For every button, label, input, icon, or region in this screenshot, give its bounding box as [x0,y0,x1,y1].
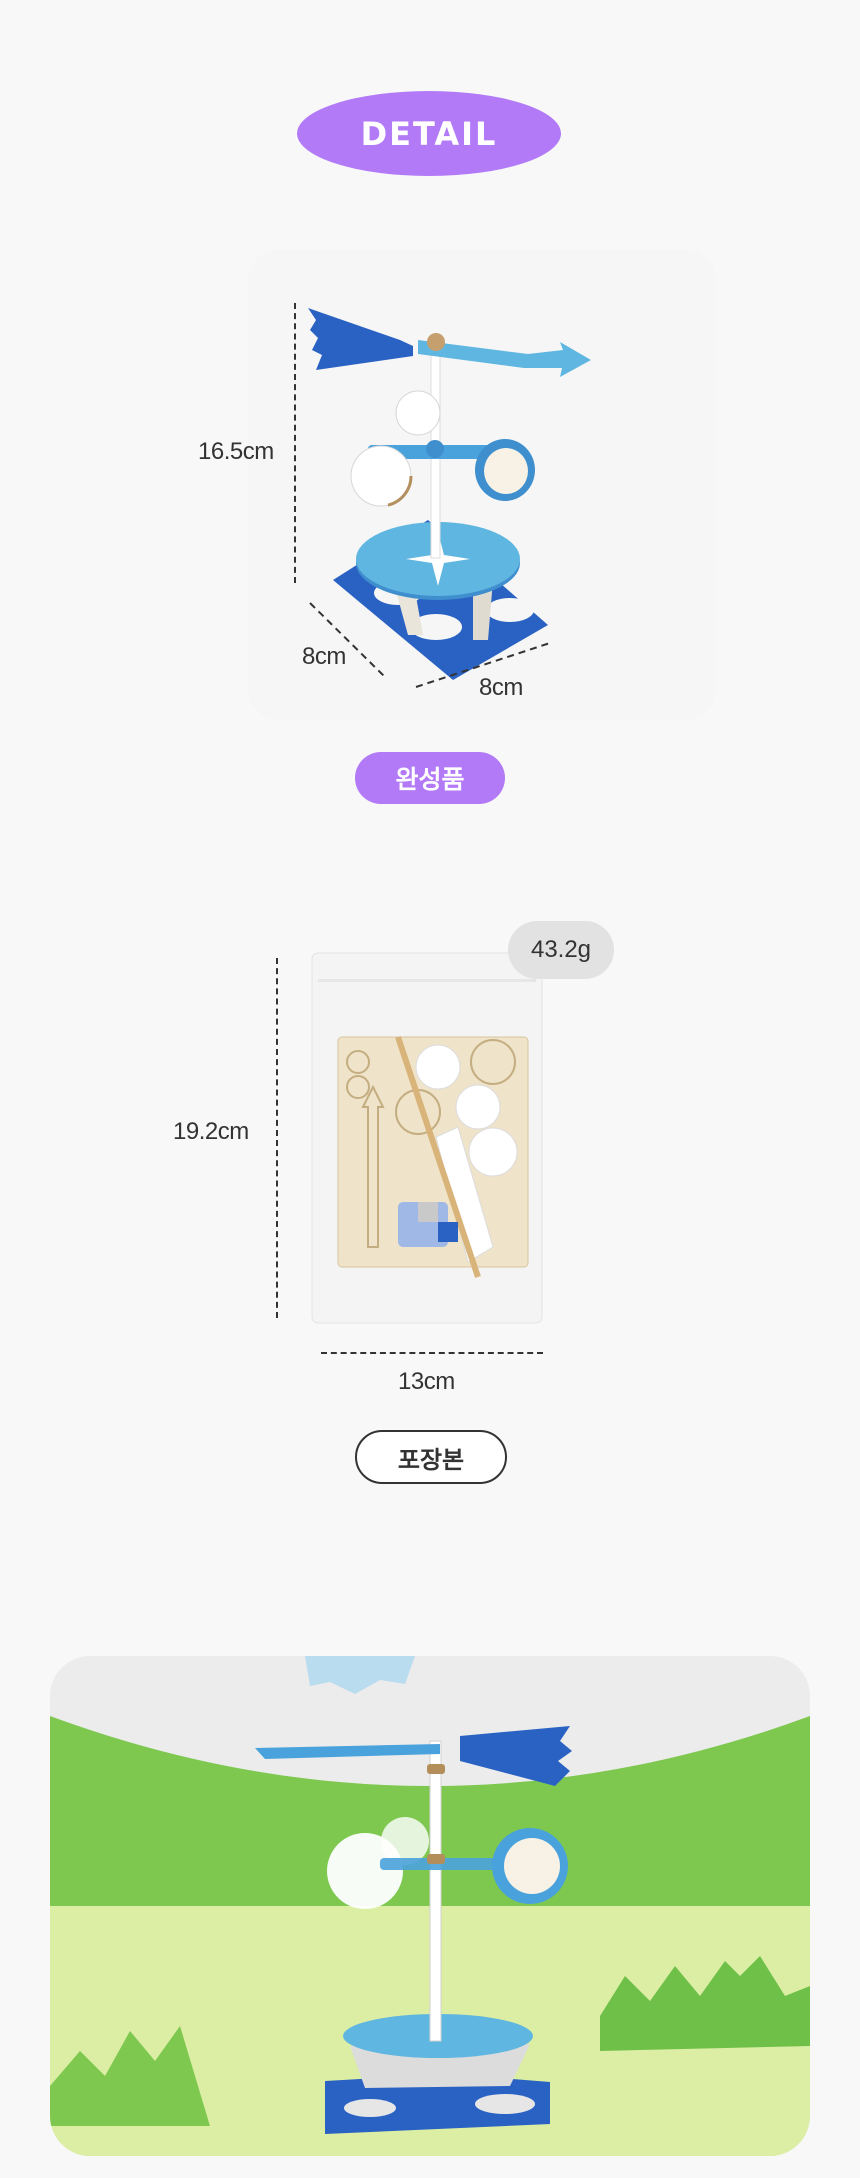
cup-right [484,448,528,494]
width-label: 8cm [479,674,523,701]
height-label: 16.5cm [198,438,274,465]
scene-illustration [50,1656,810,2156]
zip-seal [318,979,536,982]
finished-product-caption: 완성품 [395,766,465,794]
scene-cup-right [504,1838,560,1894]
detail-heading: DETAIL [360,114,498,153]
package-width-label: 13cm [398,1368,455,1395]
detail-heading-pill: DETAIL [297,91,561,176]
base-hole [486,598,534,622]
foam-ball [455,1084,501,1130]
depth-label: 8cm [302,643,346,670]
hub [426,440,444,458]
pole-cap [427,333,445,351]
package-badge: 포장본 [355,1430,507,1484]
package-width-dimension-line [321,1352,543,1354]
height-dimension-line [294,303,296,583]
foam-ball [468,1127,518,1177]
foam-ball [415,1044,461,1090]
weight-label: 43.2g [530,936,592,963]
package-illustration [311,952,543,1324]
package-height-dimension-line [276,958,278,1318]
scene-cup-back [381,1817,429,1865]
weight-bubble: 43.2g [508,921,614,979]
depth-dimension-line [309,602,386,678]
package-caption: 포장본 [397,1446,465,1474]
scene-pole [429,1740,442,2042]
scene-photo [50,1656,810,2156]
package-height-label: 19.2cm [173,1118,249,1145]
cup-back [395,390,441,436]
arrow-tail [308,308,413,370]
finished-product-badge: 완성품 [355,752,505,804]
